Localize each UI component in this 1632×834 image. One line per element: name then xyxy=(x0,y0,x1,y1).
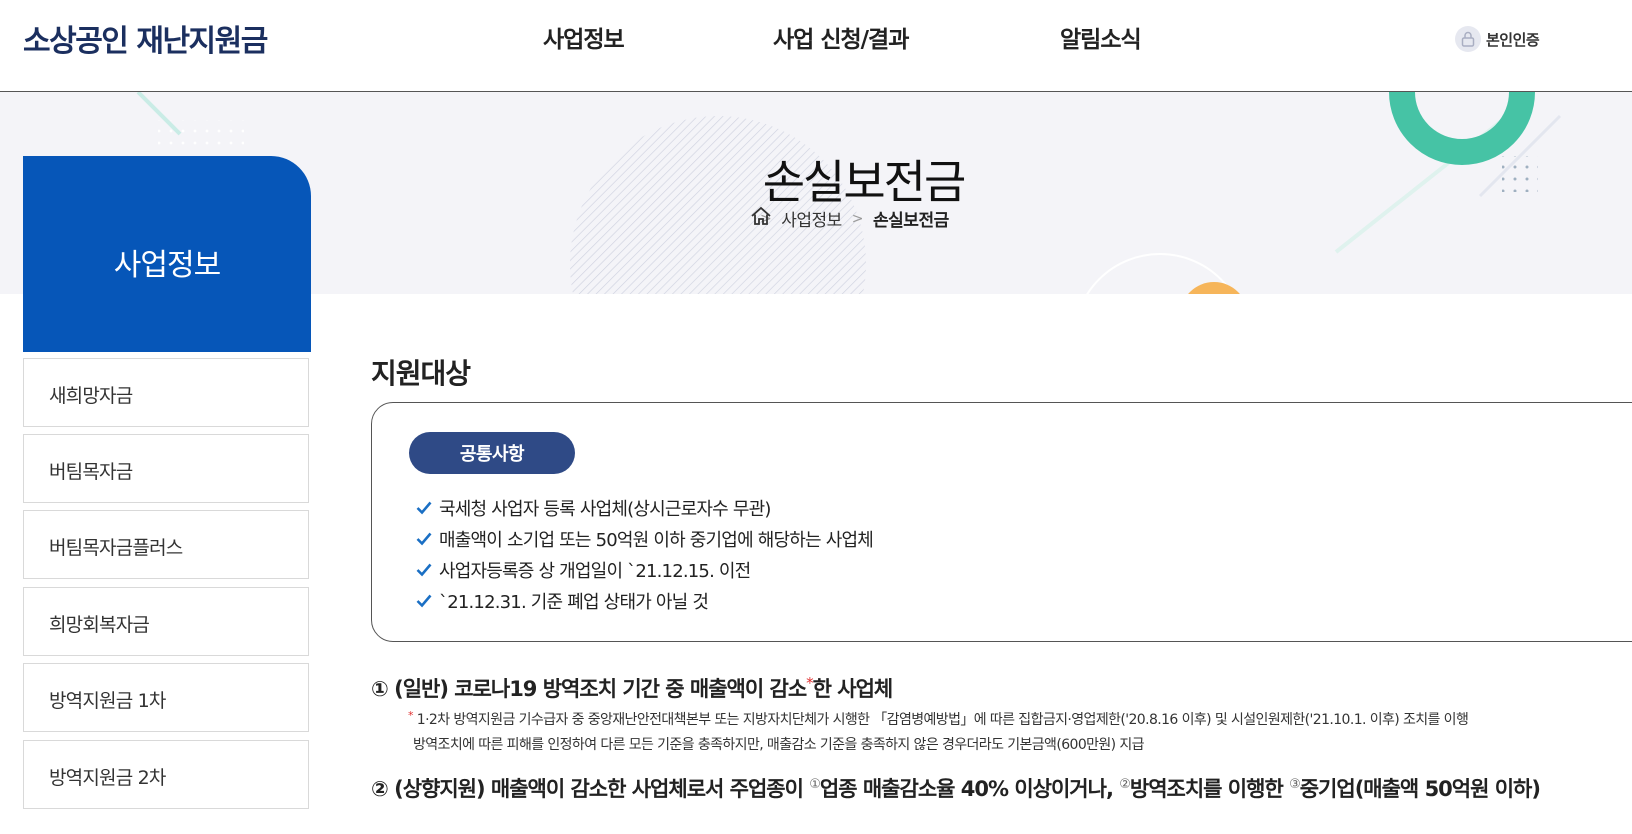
criterion-text: 중기업(매출액 50억원 이하) xyxy=(1299,777,1541,801)
criterion-text: 방역조치를 이행한 xyxy=(1129,777,1290,801)
check-icon xyxy=(416,501,439,515)
common-requirements-box: 공통사항 국세청 사업자 등록 사업체(상시근로자수 무관) 매출액이 소기업 … xyxy=(371,402,1632,642)
site-header: 소상공인 재난지원금 사업정보 사업 신청/결과 알림소식 본인인증 xyxy=(0,0,1632,92)
breadcrumb-business-info[interactable]: 사업정보 xyxy=(781,206,842,231)
criterion-general: ① (일반) 코로나19 방역조치 기간 중 매출액이 감소*한 사업체 xyxy=(371,673,894,703)
check-icon xyxy=(416,594,439,608)
nav-business-info[interactable]: 사업정보 xyxy=(543,20,625,54)
nav-application-result[interactable]: 사업 신청/결과 xyxy=(773,20,909,54)
criterion-upward: ② (상향지원) 매출액이 감소한 사업체로서 주업종이 ①업종 매출감소율 4… xyxy=(371,773,1541,803)
criterion-text: 한 사업체 xyxy=(812,677,894,701)
check-icon xyxy=(416,563,439,577)
list-item-text: 사업자등록증 상 개업일이 `21.12.15. 이전 xyxy=(439,560,751,582)
criterion-note-line: * 1·2차 방역지원금 기수급자 중 중앙재난안전대책본부 또는 지방자치단체… xyxy=(408,709,1469,729)
sidebar-heading-label: 사업정보 xyxy=(113,248,221,283)
footnote-marker: * xyxy=(408,709,413,722)
list-item-text: 국세청 사업자 등록 사업체(상시근로자수 무관) xyxy=(439,498,771,520)
list-item: 국세청 사업자 등록 사업체(상시근로자수 무관) xyxy=(416,492,873,523)
sidebar-item-label: 새희망자금 xyxy=(49,385,133,407)
chevron-right-icon: > xyxy=(851,210,864,227)
identity-verification-button[interactable]: 본인인증 xyxy=(1455,26,1540,52)
superscript-number: ② xyxy=(1119,777,1131,792)
sidebar-item-quarantine-support-2[interactable]: 방역지원금 2차 xyxy=(23,740,309,809)
site-logo[interactable]: 소상공인 재난지원금 xyxy=(23,16,268,60)
superscript-number: ① xyxy=(809,777,821,792)
sidebar-item-support-fund-plus[interactable]: 버팀목자금플러스 xyxy=(23,510,309,579)
sidebar-item-hope-recovery-fund[interactable]: 희망회복자금 xyxy=(23,587,309,656)
nav-notice[interactable]: 알림소식 xyxy=(1060,20,1142,54)
superscript-number: ③ xyxy=(1289,777,1301,792)
check-icon xyxy=(416,532,439,546)
list-item-text: 매출액이 소기업 또는 50억원 이하 중기업에 해당하는 사업체 xyxy=(439,529,874,551)
sidebar-item-label: 버팀목자금플러스 xyxy=(49,537,183,559)
criterion-text: ② (상향지원) 매출액이 감소한 사업체로서 주업종이 xyxy=(371,777,810,801)
criterion-text: ① (일반) 코로나19 방역조치 기간 중 매출액이 감소 xyxy=(371,677,807,701)
criterion-note-line: 방역조치에 따른 피해를 인정하여 다른 모든 기준을 충족하지만, 매출감소 … xyxy=(413,737,1145,753)
common-requirements-list: 국세청 사업자 등록 사업체(상시근로자수 무관) 매출액이 소기업 또는 50… xyxy=(416,492,874,616)
note-text: 1·2차 방역지원금 기수급자 중 중앙재난안전대책본부 또는 지방자치단체가 … xyxy=(416,712,1469,728)
sidebar-item-label: 방역지원금 1차 xyxy=(49,690,166,712)
breadcrumb-current: 손실보전금 xyxy=(873,211,949,231)
common-requirements-badge: 공통사항 xyxy=(409,432,575,474)
criterion-text: 업종 매출감소율 40% 이상이거나, xyxy=(819,777,1120,801)
sidebar-item-support-fund[interactable]: 버팀목자금 xyxy=(23,434,309,503)
sidebar-item-label: 희망회복자금 xyxy=(49,614,150,636)
lock-icon xyxy=(1455,26,1481,52)
sidebar-item-label: 방역지원금 2차 xyxy=(49,767,166,789)
list-item: 매출액이 소기업 또는 50억원 이하 중기업에 해당하는 사업체 xyxy=(416,523,874,554)
list-item: 사업자등록증 상 개업일이 `21.12.15. 이전 xyxy=(416,554,873,585)
sidebar-item-quarantine-support-1[interactable]: 방역지원금 1차 xyxy=(23,663,309,732)
sidebar-item-label: 버팀목자금 xyxy=(49,461,133,483)
list-item-text: `21.12.31. 기준 폐업 상태가 아닐 것 xyxy=(439,591,709,613)
sidebar-heading: 사업정보 xyxy=(23,156,311,352)
identity-verification-label: 본인인증 xyxy=(1486,30,1540,49)
list-item: `21.12.31. 기준 폐업 상태가 아닐 것 xyxy=(416,585,873,616)
sidebar-item-new-hope-fund[interactable]: 새희망자금 xyxy=(23,358,309,427)
section-title: 지원대상 xyxy=(371,357,471,390)
breadcrumb: > 사업정보 > 손실보전금 xyxy=(750,206,949,231)
